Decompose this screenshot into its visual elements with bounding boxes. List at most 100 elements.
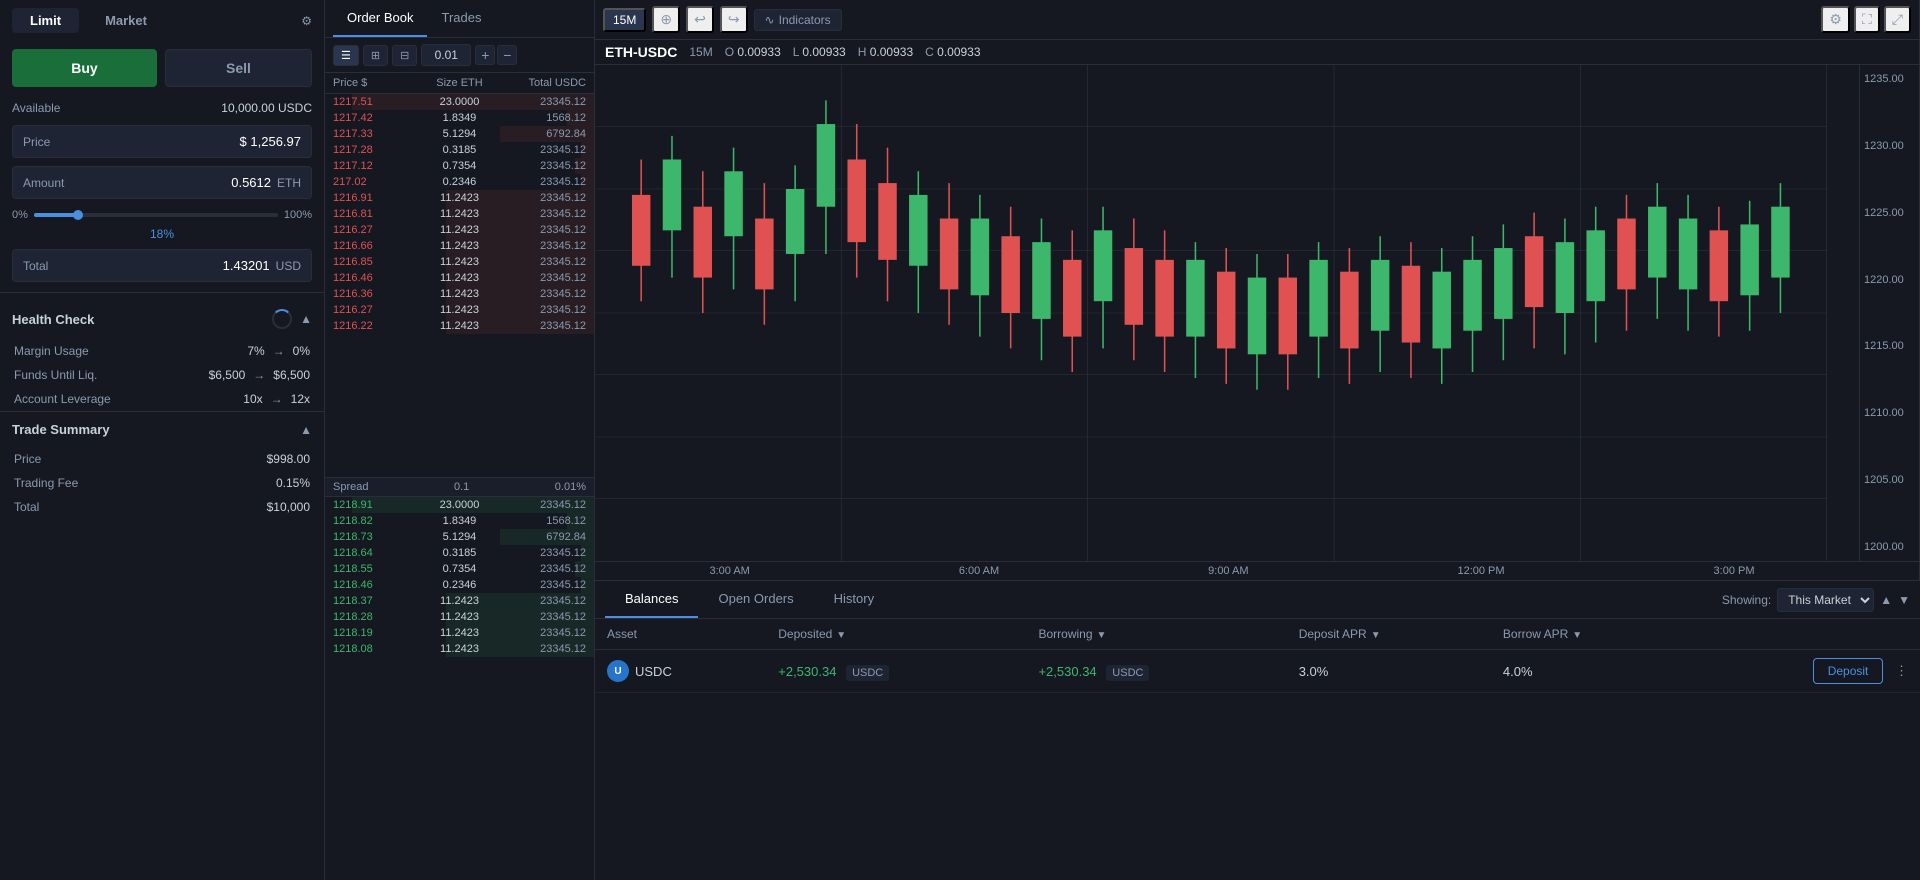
- price-input-box[interactable]: Price $ 1,256.97: [12, 125, 312, 158]
- expand-icon[interactable]: ⤢: [1884, 6, 1911, 33]
- ob-bid-row[interactable]: 1218.19 11.2423 23345.12: [325, 625, 594, 641]
- ob-ask-row[interactable]: 1217.33 5.1294 6792.84: [325, 126, 594, 142]
- ob-ask-row[interactable]: 1216.46 11.2423 23345.12: [325, 270, 594, 286]
- spread-value2: 0.01%: [555, 481, 586, 493]
- col-header-borrowing[interactable]: Borrowing▼: [1026, 619, 1286, 650]
- ob-tab-orderbook[interactable]: Order Book: [333, 0, 427, 37]
- ob-plus-minus: + −: [475, 45, 517, 65]
- showing-chevron-down[interactable]: ▼: [1898, 593, 1910, 607]
- settings-icon[interactable]: ⚙: [301, 14, 312, 28]
- ob-ask-row[interactable]: 1216.66 11.2423 23345.12: [325, 238, 594, 254]
- col-header-deposit-apr[interactable]: Deposit APR▼: [1287, 619, 1491, 650]
- amount-input-box[interactable]: Amount 0.5612 ETH: [12, 166, 312, 199]
- bottom-tab-balances[interactable]: Balances: [605, 581, 698, 618]
- borrowing-cell: +2,530.34 USDC: [1026, 650, 1286, 693]
- col-header-borrow-apr[interactable]: Borrow APR▼: [1491, 619, 1690, 650]
- ob-layout-btn-3[interactable]: ⊟: [392, 45, 417, 66]
- slider-thumb[interactable]: [73, 210, 83, 220]
- ob-ask-row[interactable]: 1216.27 11.2423 23345.12: [325, 302, 594, 318]
- ob-tab-trades[interactable]: Trades: [427, 0, 495, 37]
- undo-icon[interactable]: ↩: [686, 6, 714, 33]
- chart-toolbar: 15M ⊕ ↩ ↪ ∿ Indicators ⚙ ⛶ ⤢: [595, 0, 1919, 40]
- asset-cell: U USDC: [595, 650, 766, 693]
- borrowing-currency: USDC: [1106, 665, 1149, 681]
- ob-bid-row[interactable]: 1218.46 0.2346 23345.12: [325, 577, 594, 593]
- sell-button[interactable]: Sell: [165, 49, 312, 87]
- showing-select[interactable]: This Market: [1777, 588, 1874, 612]
- ts-total-label: Total: [14, 500, 39, 514]
- table-row: U USDC +2,530.34 USDC +2,530.34 USDC 3.0…: [595, 650, 1920, 693]
- buy-sell-row: Buy Sell: [0, 41, 324, 95]
- deposit-button[interactable]: Deposit: [1813, 658, 1884, 684]
- health-check-header[interactable]: Health Check ▲: [0, 299, 324, 339]
- ob-ask-row[interactable]: 1217.51 23.0000 23345.12: [325, 94, 594, 110]
- showing-chevron-up[interactable]: ▲: [1880, 593, 1892, 607]
- ob-ask-row[interactable]: 1216.91 11.2423 23345.12: [325, 190, 594, 206]
- ob-bid-row[interactable]: 1218.28 11.2423 23345.12: [325, 609, 594, 625]
- ohlc-low: L 0.00933: [793, 45, 846, 59]
- total-value: 1.43201: [223, 258, 270, 273]
- more-options-icon[interactable]: ⋮: [1895, 663, 1908, 678]
- total-input-box[interactable]: Total 1.43201 USD: [12, 249, 312, 282]
- indicators-button[interactable]: ∿ Indicators: [754, 9, 842, 31]
- ob-size-input[interactable]: [421, 44, 471, 66]
- amount-value: 0.5612: [231, 175, 271, 190]
- price-input-group: Price $ 1,256.97: [0, 121, 324, 162]
- fullscreen-icon[interactable]: ⛶: [1854, 6, 1880, 33]
- ob-bid-row[interactable]: 1218.37 11.2423 23345.12: [325, 593, 594, 609]
- ob-ask-row[interactable]: 1216.22 11.2423 23345.12: [325, 318, 594, 334]
- limit-tab[interactable]: Limit: [12, 8, 79, 33]
- market-tab[interactable]: Market: [87, 8, 165, 33]
- ob-ask-row[interactable]: 1216.85 11.2423 23345.12: [325, 254, 594, 270]
- ob-minus-btn[interactable]: −: [497, 45, 517, 65]
- buy-button[interactable]: Buy: [12, 49, 157, 87]
- trade-summary-total-row: Total $10,000: [0, 495, 324, 519]
- ob-bid-row[interactable]: 1218.64 0.3185 23345.12: [325, 545, 594, 561]
- ob-layout-btn-2[interactable]: ⊞: [363, 45, 388, 66]
- slider-max-label: 100%: [284, 209, 312, 221]
- ob-bid-row[interactable]: 1218.08 11.2423 23345.12: [325, 641, 594, 657]
- health-collapse-icon[interactable]: ▲: [300, 312, 312, 326]
- ob-ask-row[interactable]: 1216.36 11.2423 23345.12: [325, 286, 594, 302]
- borrowing-value: +2,530.34: [1038, 664, 1096, 679]
- ob-ask-row[interactable]: 1217.28 0.3185 23345.12: [325, 142, 594, 158]
- bottom-tab-open-orders[interactable]: Open Orders: [698, 581, 813, 618]
- timeframe-button[interactable]: 15M: [603, 8, 646, 32]
- ohlc-open: O 0.00933: [725, 45, 781, 59]
- slider-track[interactable]: [34, 213, 278, 217]
- total-suffix: USD: [276, 259, 301, 273]
- ob-layout-btn-1[interactable]: ☰: [333, 45, 359, 66]
- trade-summary-header[interactable]: Trade Summary ▲: [0, 412, 324, 447]
- col-header-deposited[interactable]: Deposited▼: [766, 619, 1026, 650]
- ob-col-total: Total USDC: [502, 77, 586, 89]
- ob-bid-row[interactable]: 1218.91 23.0000 23345.12: [325, 497, 594, 513]
- margin-usage-row: Margin Usage 7% → 0%: [0, 339, 324, 363]
- redo-icon[interactable]: ↪: [720, 6, 748, 33]
- trade-summary-section: Trade Summary ▲ Price $998.00 Trading Fe…: [0, 411, 324, 519]
- ob-tabs: Order Book Trades: [325, 0, 594, 38]
- deposit-apr-cell: 3.0%: [1287, 650, 1491, 693]
- ob-ask-row[interactable]: 1217.42 1.8349 1568.12: [325, 110, 594, 126]
- ob-ask-row[interactable]: 1216.81 11.2423 23345.12: [325, 206, 594, 222]
- ob-spread: Spread 0.1 0.01%: [325, 477, 594, 497]
- ob-bid-row[interactable]: 1218.73 5.1294 6792.84: [325, 529, 594, 545]
- chart-time-axis: 3:00 AM6:00 AM9:00 AM12:00 PM3:00 PM: [595, 561, 1919, 580]
- settings-chart-icon[interactable]: ⚙: [1821, 6, 1850, 33]
- ob-bid-row[interactable]: 1218.82 1.8349 1568.12: [325, 513, 594, 529]
- account-leverage-label: Account Leverage: [14, 392, 111, 406]
- crosshair-icon[interactable]: ⊕: [652, 6, 680, 33]
- chart-pair: ETH-USDC: [605, 44, 677, 60]
- ob-bid-row[interactable]: 1218.55 0.7354 23345.12: [325, 561, 594, 577]
- amount-input-group: Amount 0.5612 ETH: [0, 162, 324, 203]
- chart-timeframe-label: 15M: [689, 45, 712, 59]
- sort-icon: ▼: [836, 630, 846, 641]
- chart-panel-wrapper: 15M ⊕ ↩ ↪ ∿ Indicators ⚙ ⛶ ⤢ ETH-USDC 15…: [595, 0, 1920, 880]
- ob-ask-row[interactable]: 1216.27 11.2423 23345.12: [325, 222, 594, 238]
- ob-plus-btn[interactable]: +: [475, 45, 495, 65]
- ob-ask-row[interactable]: 217.02 0.2346 23345.12: [325, 174, 594, 190]
- trade-summary-collapse-icon[interactable]: ▲: [300, 423, 312, 437]
- amount-suffix: ETH: [277, 176, 301, 190]
- ob-ask-row[interactable]: 1217.12 0.7354 23345.12: [325, 158, 594, 174]
- bottom-tab-history[interactable]: History: [814, 581, 894, 618]
- ob-bid-rows: 1218.91 23.0000 23345.12 1218.82 1.8349 …: [325, 497, 594, 880]
